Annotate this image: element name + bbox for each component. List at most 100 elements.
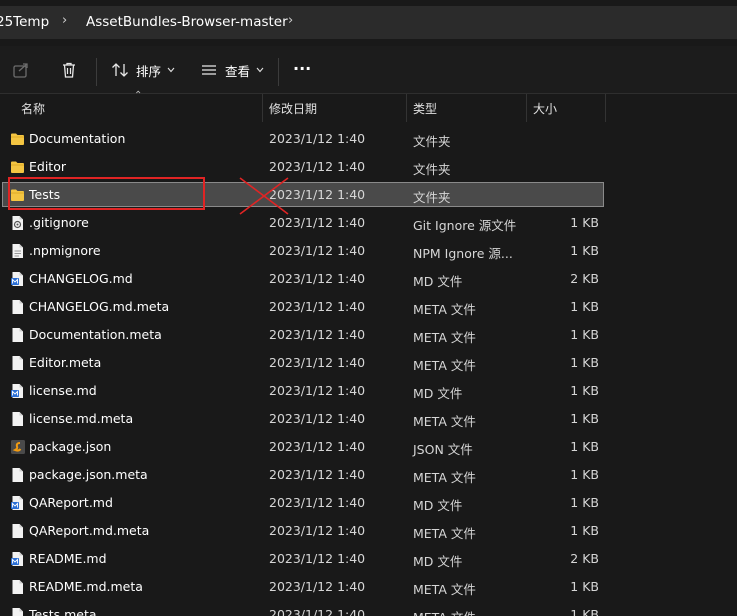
column-resize-handle[interactable] bbox=[526, 94, 527, 122]
file-row[interactable]: package.json.meta 2023/1/12 1:40 META 文件 1 … bbox=[0, 461, 737, 489]
file-type: Git Ignore 源文件 bbox=[413, 218, 517, 233]
file-type: MD 文件 bbox=[413, 386, 463, 401]
file-size: 1 KB bbox=[570, 495, 599, 510]
more-icon: ··· bbox=[293, 58, 312, 78]
file-type: 文件夹 bbox=[413, 190, 451, 205]
file-row[interactable]: CHANGELOG.md.meta 2023/1/12 1:40 META 文件 1 … bbox=[0, 293, 737, 321]
file-row[interactable]: QAReport.md.meta 2023/1/12 1:40 META 文件 1 K… bbox=[0, 517, 737, 545]
file-name: README.md.meta bbox=[29, 579, 143, 594]
file-icon bbox=[12, 468, 23, 482]
trash-icon bbox=[63, 62, 75, 78]
file-size: 1 KB bbox=[570, 299, 599, 314]
file-modified: 2023/1/12 1:40 bbox=[269, 523, 366, 538]
column-header: ⌃ 名称 修改日期 类型 大小 bbox=[0, 90, 737, 122]
file-size: 1 KB bbox=[570, 215, 599, 230]
file-row[interactable]: README.md.meta 2023/1/12 1:40 META 文件 1 KB bbox=[0, 573, 737, 601]
md-file-icon bbox=[11, 496, 23, 510]
file-row[interactable]: QAReport.md 2023/1/12 1:40 MD 文件 1 KB bbox=[0, 489, 737, 517]
file-row[interactable]: Documentation.meta 2023/1/12 1:40 META 文件 1… bbox=[0, 321, 737, 349]
file-type: META 文件 bbox=[413, 358, 476, 373]
sort-ascending-icon: ⌃ bbox=[134, 90, 143, 101]
sort-icon bbox=[112, 63, 128, 77]
file-modified: 2023/1/12 1:40 bbox=[269, 131, 366, 146]
file-modified: 2023/1/12 1:40 bbox=[269, 159, 366, 174]
file-row[interactable]: README.md 2023/1/12 1:40 MD 文件 2 KB bbox=[0, 545, 737, 573]
file-row[interactable]: Documentation 2023/1/12 1:40 文件夹 bbox=[0, 125, 737, 153]
chevron-right-icon[interactable]: › bbox=[288, 13, 293, 28]
column-type[interactable]: 类型 bbox=[413, 100, 437, 117]
sort-label: 排序 bbox=[136, 63, 162, 79]
file-modified: 2023/1/12 1:40 bbox=[269, 215, 366, 230]
file-name: QAReport.md.meta bbox=[29, 523, 150, 538]
view-button[interactable]: 查看 bbox=[200, 58, 264, 82]
column-modified[interactable]: 修改日期 bbox=[269, 100, 317, 117]
file-name: Tests.meta bbox=[29, 607, 97, 616]
sort-button[interactable]: 排序 bbox=[110, 58, 175, 82]
file-modified: 2023/1/12 1:40 bbox=[269, 411, 366, 426]
file-name: CHANGELOG.md bbox=[29, 271, 133, 286]
file-modified: 2023/1/12 1:40 bbox=[269, 271, 366, 286]
file-name: .gitignore bbox=[29, 215, 89, 230]
breadcrumb-item-current[interactable]: AssetBundles-Browser-master bbox=[86, 14, 288, 30]
file-modified: 2023/1/12 1:40 bbox=[269, 551, 366, 566]
column-size[interactable]: 大小 bbox=[533, 100, 557, 117]
file-type: META 文件 bbox=[413, 302, 476, 317]
file-type: 文件夹 bbox=[413, 162, 451, 177]
file-icon bbox=[12, 524, 23, 538]
chevron-right-icon[interactable]: › bbox=[62, 13, 67, 28]
file-name: Editor.meta bbox=[29, 355, 102, 370]
file-size: 1 KB bbox=[570, 607, 599, 616]
file-icon bbox=[12, 608, 23, 616]
file-name: package.json.meta bbox=[29, 467, 148, 482]
file-type: MD 文件 bbox=[413, 274, 463, 289]
more-options-button[interactable]: ··· bbox=[293, 56, 311, 80]
file-size: 2 KB bbox=[570, 271, 599, 286]
file-modified: 2023/1/12 1:40 bbox=[269, 299, 366, 314]
file-icon bbox=[12, 328, 23, 342]
file-size: 1 KB bbox=[570, 355, 599, 370]
file-type: META 文件 bbox=[413, 470, 476, 485]
file-modified: 2023/1/12 1:40 bbox=[269, 327, 366, 342]
file-row[interactable]: license.md 2023/1/12 1:40 MD 文件 1 KB bbox=[0, 377, 737, 405]
md-file-icon bbox=[11, 384, 23, 398]
file-row[interactable]: license.md.meta 2023/1/12 1:40 META 文件 1 KB bbox=[0, 405, 737, 433]
file-type: META 文件 bbox=[413, 582, 476, 597]
file-size: 1 KB bbox=[570, 579, 599, 594]
column-resize-handle[interactable] bbox=[605, 94, 606, 122]
chevron-down-icon bbox=[256, 67, 264, 73]
file-type: META 文件 bbox=[413, 330, 476, 345]
file-row[interactable]: Tests.meta 2023/1/12 1:40 META 文件 1 KB bbox=[0, 601, 737, 616]
breadcrumb-item-parent[interactable]: 25Temp bbox=[0, 14, 49, 30]
file-size: 1 KB bbox=[570, 523, 599, 538]
file-icon bbox=[12, 580, 23, 594]
file-row[interactable]: CHANGELOG.md 2023/1/12 1:40 MD 文件 2 KB bbox=[0, 265, 737, 293]
folder-icon bbox=[11, 161, 24, 173]
column-resize-handle[interactable] bbox=[406, 94, 407, 122]
file-modified: 2023/1/12 1:40 bbox=[269, 467, 366, 482]
file-icon bbox=[12, 412, 23, 426]
command-bar: 排序 查看 ··· bbox=[0, 46, 737, 94]
file-name: .npmignore bbox=[29, 243, 101, 258]
file-row[interactable]: package.json 2023/1/12 1:40 JSON 文件 1 KB bbox=[0, 433, 737, 461]
file-size: 1 KB bbox=[570, 439, 599, 454]
file-type: META 文件 bbox=[413, 526, 476, 541]
file-row[interactable]: Editor.meta 2023/1/12 1:40 META 文件 1 KB bbox=[0, 349, 737, 377]
share-button[interactable] bbox=[12, 58, 30, 82]
column-name[interactable]: 名称 bbox=[21, 100, 45, 117]
column-resize-handle[interactable] bbox=[262, 94, 263, 122]
file-modified: 2023/1/12 1:40 bbox=[269, 439, 366, 454]
file-size: 1 KB bbox=[570, 411, 599, 426]
file-row[interactable]: .gitignore 2023/1/12 1:40 Git Ignore 源文件 1 … bbox=[0, 209, 737, 237]
file-modified: 2023/1/12 1:40 bbox=[269, 243, 366, 258]
file-name: license.md.meta bbox=[29, 411, 134, 426]
file-type: META 文件 bbox=[413, 414, 476, 429]
file-name: Documentation.meta bbox=[29, 327, 162, 342]
file-modified: 2023/1/12 1:40 bbox=[269, 495, 366, 510]
file-icon bbox=[12, 356, 23, 370]
md-file-icon bbox=[11, 552, 23, 566]
file-type: JSON 文件 bbox=[413, 442, 473, 457]
file-name: README.md bbox=[29, 551, 107, 566]
file-row[interactable]: .npmignore 2023/1/12 1:40 NPM Ignore 源... 1… bbox=[0, 237, 737, 265]
breadcrumb: 25Temp › AssetBundles-Browser-master › bbox=[0, 6, 737, 39]
delete-button[interactable] bbox=[60, 58, 78, 82]
